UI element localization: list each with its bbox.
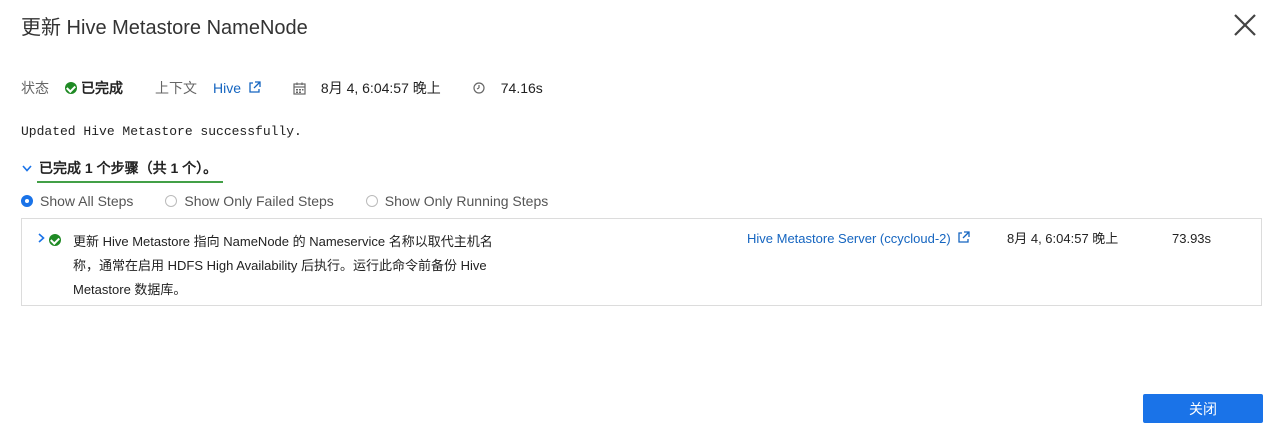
steps-summary-text: 已完成 1 个步骤（共 1 个）。 [37,158,224,183]
step-time: 8月 4, 6:04:57 晚上 [1007,231,1119,246]
start-time: 8月 4, 6:04:57 晚上 [320,80,441,96]
steps-summary-toggle[interactable]: 已完成 1 个步骤（共 1 个）。 [21,158,224,183]
external-link-icon [958,231,971,243]
filter-running-steps[interactable]: Show Only Running Steps [365,193,549,209]
filter-failed-steps-label: Show Only Failed Steps [184,193,334,209]
chevron-right-icon[interactable] [36,232,46,244]
dialog-title: 更新 Hive Metastore NameNode [21,17,308,39]
check-circle-icon [49,234,61,246]
steps-table: 更新 Hive Metastore 指向 NameNode 的 Nameserv… [21,218,1262,306]
status-value: 已完成 [81,80,123,96]
result-message: Updated Hive Metastore successfully. [21,124,302,139]
chevron-down-icon [22,164,32,172]
duration: 74.16s [500,80,543,96]
close-icon[interactable] [1231,11,1259,39]
close-button[interactable]: 关闭 [1143,394,1263,423]
filter-failed-steps[interactable]: Show Only Failed Steps [165,193,334,209]
radio-running-steps[interactable] [365,195,378,207]
step-role-link[interactable]: Hive Metastore Server (ccycloud-2) [747,230,971,248]
radio-all-steps[interactable] [21,195,33,207]
context-label: 上下文 [155,80,197,96]
calendar-icon [293,82,306,95]
check-circle-icon [65,82,77,94]
clock-icon [473,82,485,94]
status-row: 状态 已完成 上下文 Hive 8月 4, 6:04:57 晚上 74.16s [21,78,543,98]
step-description: 更新 Hive Metastore 指向 NameNode 的 Nameserv… [73,234,493,297]
external-link-icon [249,81,261,93]
step-role-link-text: Hive Metastore Server (ccycloud-2) [747,231,951,246]
step-filter-group: Show All Steps Show Only Failed Steps Sh… [21,193,580,209]
filter-all-steps-label: Show All Steps [40,193,134,209]
step-duration: 73.93s [1172,231,1212,246]
context-link-text: Hive [213,80,242,96]
context-link[interactable]: Hive [213,80,261,96]
radio-failed-steps[interactable] [165,195,178,207]
status-label: 状态 [21,80,49,96]
filter-all-steps[interactable]: Show All Steps [21,193,133,209]
filter-running-steps-label: Show Only Running Steps [384,193,549,209]
